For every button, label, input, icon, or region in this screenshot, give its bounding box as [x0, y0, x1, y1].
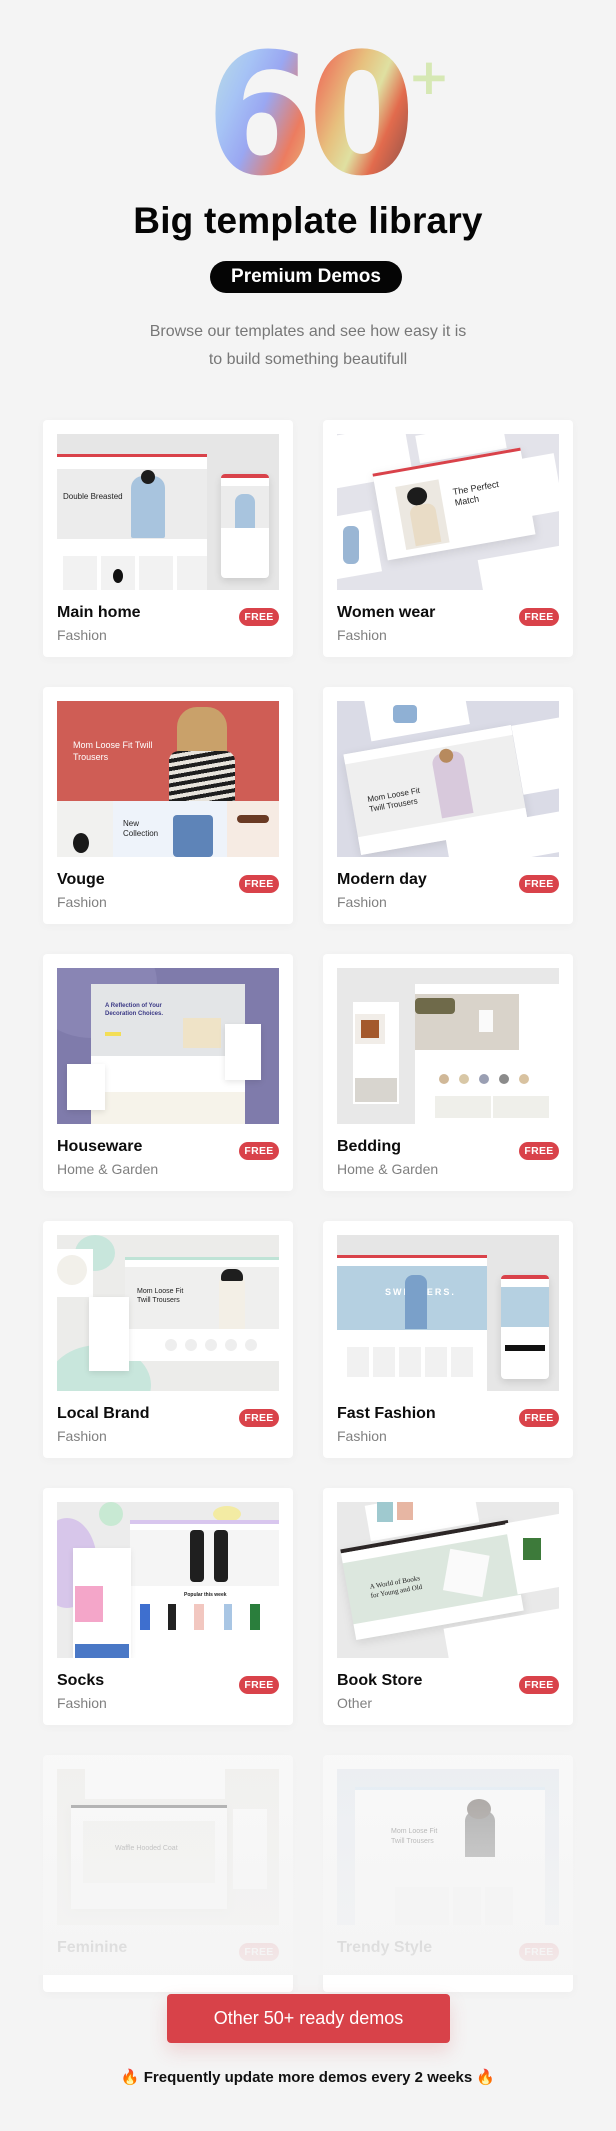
premium-demos-badge: Premium Demos — [210, 261, 402, 293]
demo-card-local-brand[interactable]: Mom Loose Fit Twill Trousers Local Brand… — [43, 1221, 293, 1458]
demo-preview-image[interactable]: Mom Loose Fit Twill Trousers — [337, 701, 559, 857]
free-badge: FREE — [519, 1676, 559, 1694]
demo-title[interactable]: Feminine — [57, 1939, 127, 1957]
demo-card-socks[interactable]: Popular this week Socks Fashion FREE — [43, 1488, 293, 1725]
preview-headline: Popular this week — [184, 1592, 227, 1598]
more-demos-button[interactable]: Other 50+ ready demos — [167, 1994, 450, 2043]
demo-card-trendy-style[interactable]: Mom Loose Fit Twill Trousers Trendy Styl… — [323, 1755, 573, 1992]
demo-title[interactable]: Local Brand — [57, 1405, 149, 1423]
demo-preview-image[interactable]: Mom Loose Fit Twill Trousers New Collecti… — [57, 701, 279, 857]
preview-headline: Mom Loose Fit Twill Trousers — [73, 740, 153, 762]
demo-category: Fashion — [57, 1428, 107, 1444]
free-badge: FREE — [519, 608, 559, 626]
demo-card-houseware[interactable]: A Reflection of Your Decoration Choices.… — [43, 954, 293, 1191]
demo-title[interactable]: Fast Fashion — [337, 1405, 436, 1423]
demo-preview-image[interactable]: Double Breasted — [57, 434, 279, 590]
demo-preview-image[interactable]: Mom Loose Fit Twill Trousers — [57, 1235, 279, 1391]
page-subtitle: Browse our templates and see how easy it… — [0, 318, 616, 374]
demo-preview-image[interactable]: Waffle Hooded Coat — [57, 1769, 279, 1925]
free-badge: FREE — [239, 875, 279, 893]
update-note-text: Frequently update more demos every 2 wee… — [143, 2069, 473, 2086]
preview-headline: A Reflection of Your Decoration Choices. — [105, 1003, 164, 1017]
preview-headline: Mom Loose Fit Twill Trousers — [137, 1288, 184, 1304]
free-badge: FREE — [239, 1676, 279, 1694]
hero-count-number: 60 — [205, 17, 416, 213]
demo-preview-image[interactable]: SWEATERS. — [337, 1235, 559, 1391]
demo-title[interactable]: Modern day — [337, 871, 427, 889]
demo-card-book-store[interactable]: A World of Books for Young and Old Book … — [323, 1488, 573, 1725]
demo-category: Fashion — [337, 627, 387, 643]
demo-title[interactable]: Houseware — [57, 1138, 142, 1156]
demo-category: Fashion — [337, 1428, 387, 1444]
demo-preview-image[interactable] — [337, 968, 559, 1124]
fire-icon: 🔥 — [476, 2069, 496, 2086]
demo-category: Fashion — [57, 894, 107, 910]
free-badge: FREE — [519, 875, 559, 893]
demo-category: Fashion — [337, 894, 387, 910]
demo-category: Home & Garden — [57, 1161, 159, 1177]
update-note: 🔥 Frequently update more demos every 2 w… — [0, 2068, 616, 2086]
free-badge: FREE — [239, 1943, 279, 1961]
demo-category: Home & Garden — [337, 1161, 439, 1177]
demo-card-main-home[interactable]: Double Breasted Main home Fashion FREE — [43, 420, 293, 657]
demo-preview-image[interactable]: A World of Books for Young and Old — [337, 1502, 559, 1658]
demo-title[interactable]: Women wear — [337, 604, 435, 622]
subtitle-line: to build something beautifull — [208, 351, 408, 368]
free-badge: FREE — [239, 608, 279, 626]
free-badge: FREE — [519, 1943, 559, 1961]
demo-category: Fashion — [57, 627, 107, 643]
hero-count: 60 — [0, 17, 616, 213]
preview-headline: Double Breasted — [63, 492, 123, 501]
free-badge: FREE — [239, 1142, 279, 1160]
preview-headline: A World of Books for Young and Old — [369, 1574, 423, 1600]
demo-title[interactable]: Socks — [57, 1672, 104, 1690]
preview-headline: New Collection — [123, 819, 159, 838]
free-badge: FREE — [519, 1409, 559, 1427]
demo-preview-image[interactable]: Popular this week — [57, 1502, 279, 1658]
demo-title[interactable]: Vouge — [57, 871, 105, 889]
preview-headline: Waffle Hooded Coat — [115, 1845, 178, 1852]
demo-preview-image[interactable]: A Reflection of Your Decoration Choices. — [57, 968, 279, 1124]
demo-preview-image[interactable]: Mom Loose Fit Twill Trousers — [337, 1769, 559, 1925]
preview-headline: Mom Loose Fit Twill Trousers — [366, 785, 421, 814]
demo-card-modern-day[interactable]: Mom Loose Fit Twill Trousers Modern day … — [323, 687, 573, 924]
demo-card-vouge[interactable]: Mom Loose Fit Twill Trousers New Collecti… — [43, 687, 293, 924]
demo-preview-image[interactable]: The Perfect Match — [337, 434, 559, 590]
demo-title[interactable]: Book Store — [337, 1672, 422, 1690]
plus-icon: + — [408, 48, 450, 106]
page-title: Big template library — [133, 200, 483, 241]
demo-card-fast-fashion[interactable]: SWEATERS. Fast Fashion Fashion FREE — [323, 1221, 573, 1458]
subtitle-line: Browse our templates and see how easy it… — [149, 323, 467, 340]
demo-category: Other — [337, 1695, 373, 1711]
demo-card-feminine[interactable]: Waffle Hooded Coat Feminine FREE — [43, 1755, 293, 1992]
free-badge: FREE — [519, 1142, 559, 1160]
preview-headline: Mom Loose Fit Twill Trousers — [391, 1828, 438, 1845]
demo-title[interactable]: Trendy Style — [337, 1939, 432, 1957]
demo-card-bedding[interactable]: Bedding Home & Garden FREE — [323, 954, 573, 1191]
fire-icon: 🔥 — [120, 2069, 140, 2086]
preview-headline: The Perfect Match — [452, 479, 500, 508]
demo-title[interactable]: Main home — [57, 604, 141, 622]
demo-card-women-wear[interactable]: The Perfect Match Women wear Fashion FRE… — [323, 420, 573, 657]
free-badge: FREE — [239, 1409, 279, 1427]
demo-category: Fashion — [57, 1695, 107, 1711]
demo-title[interactable]: Bedding — [337, 1138, 401, 1156]
